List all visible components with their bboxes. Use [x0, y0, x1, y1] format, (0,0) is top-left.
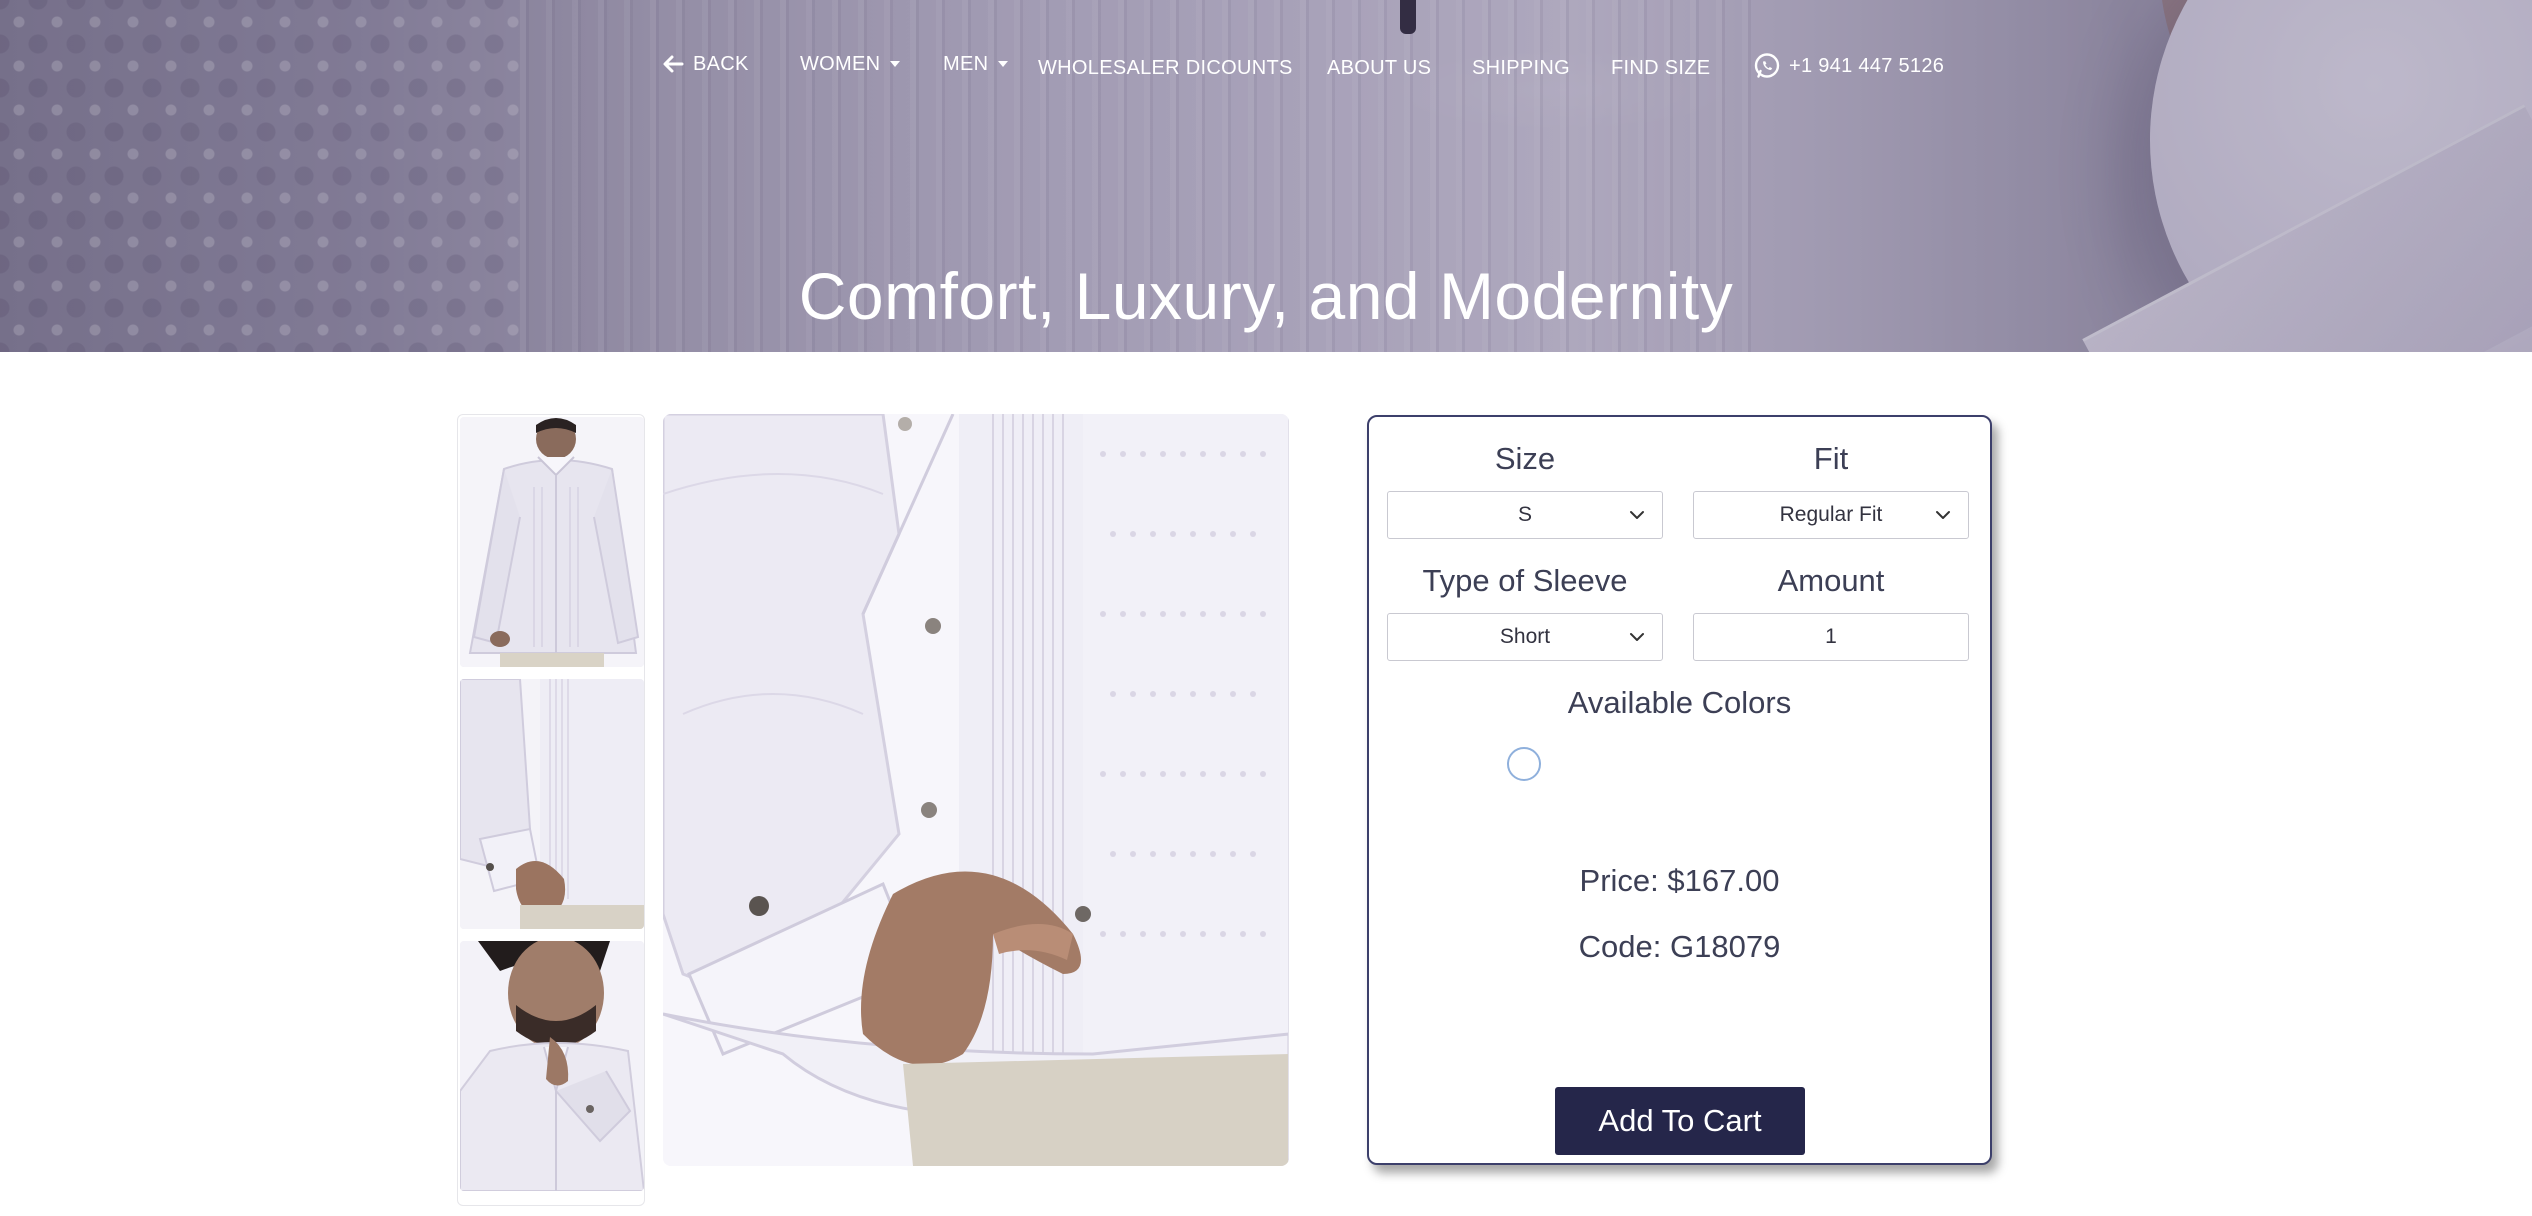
nav-shipping[interactable]: SHIPPING [1472, 48, 1570, 88]
chevron-down-icon [1630, 633, 1644, 641]
price-text: Price: $167.00 [1579, 863, 1780, 898]
nav-about[interactable]: ABOUT US [1327, 48, 1431, 88]
thumbnail-front-view[interactable] [460, 417, 644, 667]
chevron-down-icon [1936, 511, 1950, 519]
add-to-cart-label: Add To Cart [1598, 1103, 1762, 1138]
whatsapp-icon [1754, 53, 1780, 78]
nav-phone-label: +1 941 447 5126 [1789, 54, 1945, 77]
amount-value: 1 [1825, 625, 1837, 648]
product-options-panel: Size Fit S Regular Fit Type of Sleeve Am… [1367, 415, 1992, 1165]
nav-about-label: ABOUT US [1327, 56, 1432, 79]
amount-input[interactable]: 1 [1693, 613, 1969, 661]
amount-label: Amount [1777, 563, 1885, 598]
nav-wholesaler-label: WHOLESALER DICOUNTS [1038, 56, 1293, 79]
back-link[interactable]: BACK [661, 44, 749, 84]
page-title: Comfort, Luxury, and Modernity [798, 259, 1734, 333]
available-colors-label: Available Colors [1567, 685, 1792, 720]
caret-down-icon [998, 61, 1009, 67]
nav-shipping-label: SHIPPING [1472, 56, 1570, 79]
sleeve-value: Short [1499, 625, 1551, 648]
back-label: BACK [693, 52, 749, 75]
fit-value: Regular Fit [1779, 503, 1883, 526]
nav-find-size-label: FIND SIZE [1611, 56, 1711, 79]
nav-phone[interactable]: +1 941 447 5126 [1753, 46, 1944, 86]
nav-men-label: MEN [943, 52, 989, 75]
sleeve-select[interactable]: Short [1387, 613, 1663, 661]
thumbnail-model-pose[interactable] [460, 941, 644, 1191]
fit-label: Fit [1813, 441, 1849, 476]
nav-wholesaler[interactable]: WHOLESALER DICOUNTS [1038, 48, 1293, 88]
nav-men[interactable]: MEN [943, 44, 1009, 84]
top-navigation: BACK WOMEN MEN WHOLESALER DICOUNTS ABOUT… [0, 44, 2532, 84]
arrow-left-icon [663, 55, 684, 73]
caret-down-icon [890, 61, 901, 67]
size-select[interactable]: S [1387, 491, 1663, 539]
sleeve-label: Type of Sleeve [1422, 563, 1628, 598]
nav-find-size[interactable]: FIND SIZE [1611, 48, 1710, 88]
thumbnail-strip [457, 414, 645, 1206]
hero-banner: BACK WOMEN MEN WHOLESALER DICOUNTS ABOUT… [0, 0, 2532, 352]
color-swatch-white[interactable] [1507, 747, 1541, 781]
nav-women[interactable]: WOMEN [800, 44, 901, 84]
product-code-text: Code: G18079 [1578, 929, 1781, 964]
size-value: S [1517, 503, 1532, 526]
thumbnail-sleeve-detail[interactable] [460, 679, 644, 929]
fit-select[interactable]: Regular Fit [1693, 491, 1969, 539]
add-to-cart-button[interactable]: Add To Cart [1555, 1087, 1805, 1155]
size-label: Size [1494, 441, 1556, 476]
main-product-image [663, 414, 1289, 1166]
chevron-down-icon [1630, 511, 1644, 519]
nav-women-label: WOMEN [800, 52, 881, 75]
